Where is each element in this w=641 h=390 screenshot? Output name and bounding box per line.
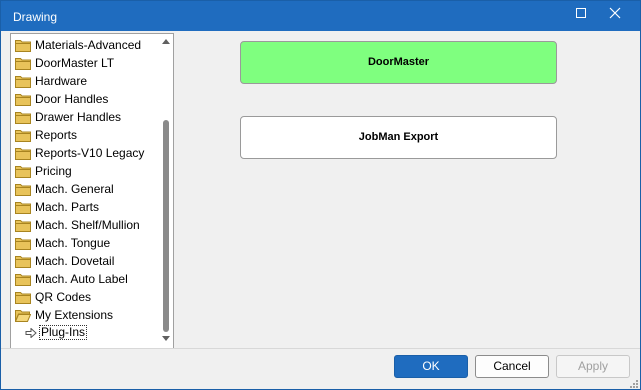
tree-item-label: Reports xyxy=(35,128,78,142)
tree-item-label: My Extensions xyxy=(35,308,114,322)
window-title: Drawing xyxy=(13,10,58,24)
tree-item-reports-v10-legacy[interactable]: Reports-V10 Legacy xyxy=(11,144,159,162)
maximize-button[interactable] xyxy=(564,1,598,31)
folder-icon xyxy=(15,76,31,88)
footer-divider xyxy=(1,348,640,349)
tree-item-label: Door Handles xyxy=(35,92,109,106)
folder-icon xyxy=(15,256,31,268)
tree-item-label: Mach. Shelf/Mullion xyxy=(35,218,140,232)
tree-item-plug-ins[interactable]: Plug-Ins xyxy=(11,324,159,342)
folder-icon xyxy=(15,148,31,160)
folder-icon xyxy=(15,94,31,106)
folder-icon xyxy=(15,238,31,250)
tree-item-label: Mach. Parts xyxy=(35,200,100,214)
tree-item-label: DoorMaster LT xyxy=(35,56,115,70)
tree-item-label: Mach. General xyxy=(35,182,114,196)
scroll-down-icon[interactable] xyxy=(162,336,170,342)
open-folder-icon xyxy=(15,310,31,322)
maximize-icon xyxy=(576,8,586,18)
tree-item-label: Drawer Handles xyxy=(35,110,122,124)
tree-scrollbar[interactable] xyxy=(159,34,173,348)
tree-item-materials-advanced[interactable]: Materials-Advanced xyxy=(11,36,159,54)
folder-icon xyxy=(15,130,31,142)
folder-icon xyxy=(15,58,31,70)
tree-item-pricing[interactable]: Pricing xyxy=(11,162,159,180)
tree-item-my-extensions[interactable]: My Extensions xyxy=(11,306,159,324)
arrow-right-icon xyxy=(25,328,37,338)
folder-icon xyxy=(15,112,31,124)
apply-button[interactable]: Apply xyxy=(556,355,630,378)
ok-button[interactable]: OK xyxy=(394,355,468,378)
tree-item-label: QR Codes xyxy=(35,290,92,304)
tree-item-mach-parts[interactable]: Mach. Parts xyxy=(11,198,159,216)
tree-item-mach-tongue[interactable]: Mach. Tongue xyxy=(11,234,159,252)
jobman-export-plugin-button[interactable]: JobMan Export xyxy=(240,116,557,159)
tree-item-mach-general[interactable]: Mach. General xyxy=(11,180,159,198)
tree-item-door-handles[interactable]: Door Handles xyxy=(11,90,159,108)
tree-item-label: Plug-Ins xyxy=(39,325,88,340)
folder-icon xyxy=(15,274,31,286)
title-bar: Drawing xyxy=(1,1,640,31)
folder-icon xyxy=(15,220,31,232)
folder-icon xyxy=(15,202,31,214)
close-button[interactable] xyxy=(598,1,632,31)
drawing-window: Drawing Materials-Advanced DoorMaster LT… xyxy=(0,0,641,390)
resize-grip-icon[interactable] xyxy=(629,379,638,388)
category-tree[interactable]: Materials-Advanced DoorMaster LT Hardwar… xyxy=(10,33,174,349)
close-icon xyxy=(609,7,621,19)
tree-item-mach-shelf-mullion[interactable]: Mach. Shelf/Mullion xyxy=(11,216,159,234)
tree-item-reports[interactable]: Reports xyxy=(11,126,159,144)
tree-item-label: Reports-V10 Legacy xyxy=(35,146,145,160)
scroll-up-icon[interactable] xyxy=(162,38,170,44)
folder-icon xyxy=(15,292,31,304)
cancel-button[interactable]: Cancel xyxy=(475,355,549,378)
folder-icon xyxy=(15,184,31,196)
folder-icon xyxy=(15,40,31,52)
tree-item-label: Hardware xyxy=(35,74,88,88)
tree-item-label: Materials-Advanced xyxy=(35,38,142,52)
tree-item-label: Pricing xyxy=(35,164,72,178)
doormaster-plugin-button[interactable]: DoorMaster xyxy=(240,41,557,84)
folder-icon xyxy=(15,166,31,178)
tree-item-doormaster-lt[interactable]: DoorMaster LT xyxy=(11,54,159,72)
tree-item-qr-codes[interactable]: QR Codes xyxy=(11,288,159,306)
tree-item-mach-auto-label[interactable]: Mach. Auto Label xyxy=(11,270,159,288)
tree-item-hardware[interactable]: Hardware xyxy=(11,72,159,90)
tree-item-label: Mach. Auto Label xyxy=(35,272,128,286)
scrollbar-thumb[interactable] xyxy=(163,120,169,332)
tree-item-label: Mach. Dovetail xyxy=(35,254,115,268)
tree-item-label: Mach. Tongue xyxy=(35,236,111,250)
tree-item-mach-dovetail[interactable]: Mach. Dovetail xyxy=(11,252,159,270)
tree-item-drawer-handles[interactable]: Drawer Handles xyxy=(11,108,159,126)
